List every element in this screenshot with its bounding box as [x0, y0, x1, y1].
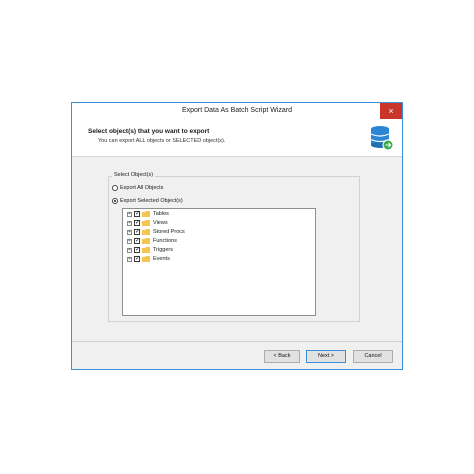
tree-item-views[interactable]: + ✓ Views — [127, 219, 168, 227]
folder-icon — [142, 229, 150, 235]
tree-item-label: Views — [153, 220, 168, 226]
close-button[interactable]: × — [380, 103, 402, 119]
cancel-button[interactable]: Cancel — [353, 350, 393, 363]
database-export-icon — [370, 126, 394, 151]
wizard-header: Select object(s) that you want to export… — [72, 120, 402, 157]
checkbox[interactable]: ✓ — [134, 220, 140, 226]
expand-icon[interactable]: + — [127, 211, 132, 217]
radio-label: Export All Objects — [120, 185, 164, 191]
folder-icon — [142, 211, 150, 217]
tree-item-label: Tables — [153, 211, 169, 217]
title-bar: Export Data As Batch Script Wizard × — [72, 103, 402, 121]
group-legend: Select Object(s) — [112, 172, 156, 178]
tree-item-label: Functions — [153, 238, 177, 244]
window-title: Export Data As Batch Script Wizard — [181, 107, 293, 114]
header-title: Select object(s) that you want to export — [88, 128, 210, 135]
folder-icon — [142, 238, 150, 244]
folder-icon — [142, 256, 150, 262]
expand-icon[interactable]: + — [127, 229, 132, 235]
expand-icon[interactable]: + — [127, 220, 132, 226]
tree-item-functions[interactable]: + ✓ Functions — [127, 237, 177, 245]
radio-export-selected[interactable]: Export Selected Object(s) — [112, 198, 183, 204]
back-button[interactable]: < Back — [264, 350, 300, 363]
expand-icon[interactable]: + — [127, 238, 132, 244]
folder-icon — [142, 247, 150, 253]
tree-item-label: Stored Procs — [153, 229, 185, 235]
checkbox[interactable]: ✓ — [134, 247, 140, 253]
header-subtitle: You can export ALL objects or SELECTED o… — [98, 138, 226, 144]
checkbox[interactable]: ✓ — [134, 211, 140, 217]
tree-item-label: Triggers — [153, 247, 173, 253]
checkbox[interactable]: ✓ — [134, 229, 140, 235]
wizard-window: Export Data As Batch Script Wizard × Sel… — [71, 102, 403, 370]
radio-export-all[interactable]: Export All Objects — [112, 185, 163, 191]
tree-item-events[interactable]: + ✓ Events — [127, 255, 170, 263]
object-tree[interactable]: + ✓ Tables + ✓ Views + ✓ Stored Procs + … — [122, 208, 316, 316]
radio-button[interactable] — [112, 185, 118, 191]
tree-item-tables[interactable]: + ✓ Tables — [127, 210, 169, 218]
tree-item-triggers[interactable]: + ✓ Triggers — [127, 246, 173, 254]
radio-button-selected[interactable] — [112, 198, 118, 204]
tree-item-label: Events — [153, 256, 170, 262]
radio-label: Export Selected Object(s) — [120, 198, 183, 204]
next-button[interactable]: Next > — [306, 350, 346, 363]
checkbox[interactable]: ✓ — [134, 256, 140, 262]
expand-icon[interactable]: + — [127, 256, 132, 262]
folder-icon — [142, 220, 150, 226]
tree-item-stored-procs[interactable]: + ✓ Stored Procs — [127, 228, 185, 236]
checkbox[interactable]: ✓ — [134, 238, 140, 244]
footer-divider — [72, 341, 402, 342]
expand-icon[interactable]: + — [127, 247, 132, 253]
